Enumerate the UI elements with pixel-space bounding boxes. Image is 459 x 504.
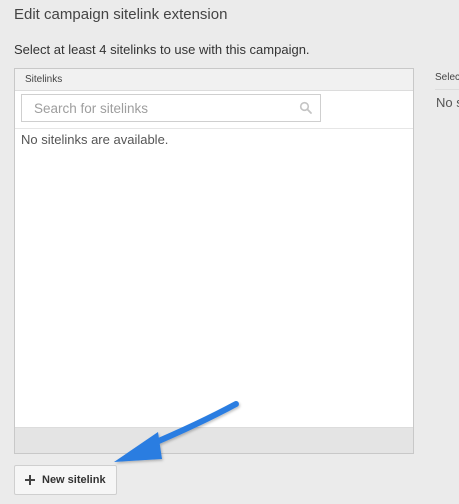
search-icon[interactable] [299, 101, 313, 115]
search-box[interactable] [21, 94, 321, 122]
sitelinks-panel-footer [15, 427, 413, 453]
divider [15, 128, 413, 129]
selected-panel-header: Selec [435, 72, 459, 83]
sitelinks-panel: Sitelinks No sitelinks are available. [14, 68, 414, 454]
plus-icon [25, 475, 35, 485]
selected-sitelinks-panel: Selec No s [435, 68, 459, 128]
new-sitelink-label: New sitelink [42, 474, 106, 486]
selected-empty-message: No s [436, 95, 459, 110]
search-input[interactable] [22, 95, 292, 121]
sitelinks-panel-header: Sitelinks [15, 69, 413, 91]
divider [435, 89, 459, 90]
instruction-text: Select at least 4 sitelinks to use with … [14, 42, 310, 57]
new-sitelink-button[interactable]: New sitelink [14, 465, 117, 495]
dialog-title: Edit campaign sitelink extension [14, 6, 228, 23]
empty-sitelinks-message: No sitelinks are available. [21, 132, 169, 147]
